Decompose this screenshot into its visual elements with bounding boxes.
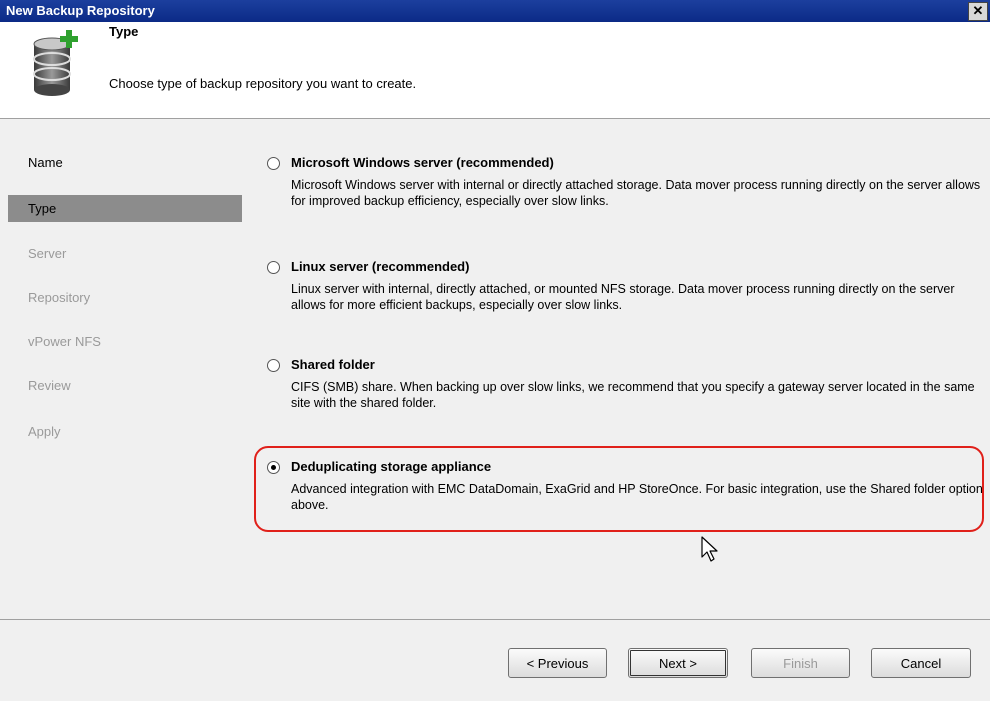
option-description: Microsoft Windows server with internal o… bbox=[291, 178, 981, 208]
previous-button[interactable]: < Previous bbox=[508, 648, 607, 678]
step-apply: Apply bbox=[28, 424, 61, 439]
cancel-button[interactable]: Cancel bbox=[871, 648, 971, 678]
step-repository: Repository bbox=[28, 290, 91, 305]
window-title: New Backup Repository bbox=[6, 3, 155, 18]
step-type[interactable]: Type bbox=[8, 195, 242, 222]
radio-windows-server[interactable] bbox=[267, 157, 280, 170]
page-description: Choose type of backup repository you wan… bbox=[109, 76, 417, 91]
options-panel: Microsoft Windows server (recommended) M… bbox=[247, 119, 990, 619]
finish-button: Finish bbox=[751, 648, 850, 678]
option-description: CIFS (SMB) share. When backing up over s… bbox=[291, 380, 975, 410]
wizard-header: Type Choose type of backup repository yo… bbox=[0, 22, 990, 119]
step-vpower-nfs: vPower NFS bbox=[28, 334, 101, 349]
page-title: Type bbox=[109, 24, 139, 39]
close-button[interactable]: ✕ bbox=[968, 2, 988, 21]
step-name[interactable]: Name bbox=[8, 149, 242, 176]
option-label[interactable]: Shared folder bbox=[291, 357, 375, 372]
step-review: Review bbox=[28, 378, 71, 393]
step-server: Server bbox=[28, 246, 67, 261]
highlight-annotation bbox=[254, 446, 984, 532]
mouse-pointer-icon bbox=[701, 536, 718, 562]
next-button[interactable]: Next > bbox=[628, 648, 728, 678]
wizard-footer: < Previous Next > Finish Cancel bbox=[0, 619, 990, 701]
option-label[interactable]: Linux server (recommended) bbox=[291, 259, 469, 274]
option-description: Linux server with internal, directly att… bbox=[291, 282, 955, 312]
radio-shared-folder[interactable] bbox=[267, 359, 280, 372]
radio-linux-server[interactable] bbox=[267, 261, 280, 274]
database-add-icon bbox=[33, 30, 78, 96]
wizard-steps: Name Type Server Repository vPower NFS R… bbox=[0, 119, 247, 619]
title-bar: New Backup Repository ✕ bbox=[0, 0, 990, 22]
option-label[interactable]: Microsoft Windows server (recommended) bbox=[291, 155, 554, 170]
